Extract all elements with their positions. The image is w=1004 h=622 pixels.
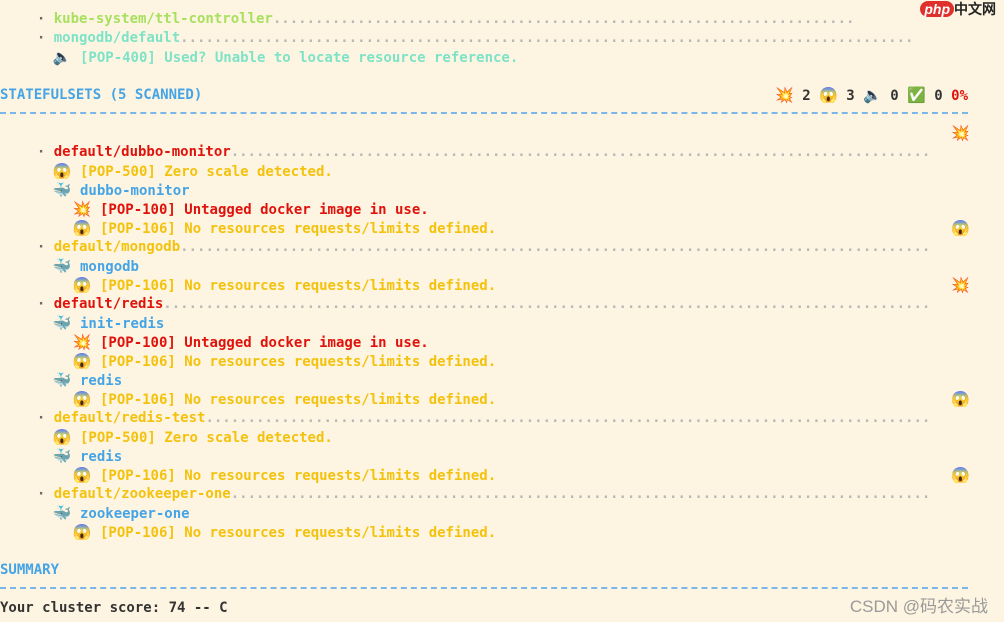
container-line: 🐳 mongodb bbox=[36, 238, 139, 275]
section-counts: 💥 2 😱 3 🔈 0 ✅ 0 0% bbox=[775, 86, 968, 106]
dot-leader: ........................................… bbox=[230, 486, 931, 502]
scream-icon: 😱 bbox=[951, 390, 970, 408]
issue-text: [POP-106] No resources requests/limits d… bbox=[99, 354, 497, 370]
container-line: 🐳 redis bbox=[36, 428, 122, 465]
issue-line: 😱 [POP-106] No resources requests/limits… bbox=[56, 371, 496, 408]
issue-text: [POP-400] Used? Unable to locate resourc… bbox=[79, 50, 519, 66]
issue-line: 🔈 [POP-400] Used? Unable to locate resou… bbox=[36, 29, 518, 66]
section-divider bbox=[0, 112, 968, 114]
ok-count: 0 bbox=[934, 88, 943, 104]
issue-line: 😱 [POP-106] No resources requests/limits… bbox=[56, 504, 496, 541]
csdn-watermark: CSDN @码农实战 bbox=[849, 597, 988, 616]
error-count: 2 bbox=[802, 88, 811, 104]
list-item: · default/mongodb.......................… bbox=[20, 219, 970, 255]
php-watermark-text: 中文网 bbox=[954, 1, 996, 17]
score-percent: 0% bbox=[951, 88, 968, 104]
issue-line: 😱 [POP-500] Zero scale detected. bbox=[36, 143, 333, 180]
cluster-score: Your cluster score: 74 -- C bbox=[0, 600, 228, 616]
check-icon: ✅ bbox=[907, 86, 926, 104]
scream-icon: 😱 bbox=[72, 523, 92, 541]
list-item: · kube-system/ttl-controller............… bbox=[20, 0, 855, 27]
scream-icon: 😱 bbox=[951, 219, 970, 237]
explosion-icon: 💥 bbox=[951, 124, 970, 142]
list-item: · default/zookeeper-one.................… bbox=[20, 466, 970, 502]
speaker-icon: 🔈 bbox=[52, 48, 72, 66]
issue-line: 😱 [POP-106] No resources requests/limits… bbox=[56, 200, 496, 237]
scream-icon: 😱 bbox=[951, 466, 970, 484]
issue-line: 😱 [POP-500] Zero scale detected. bbox=[36, 409, 333, 446]
issue-line: 😱 [POP-106] No resources requests/limits… bbox=[56, 257, 496, 294]
php-watermark: php 中文网 bbox=[920, 0, 996, 19]
summary-title: SUMMARY bbox=[0, 562, 60, 578]
explosion-icon: 💥 bbox=[951, 276, 970, 294]
speaker-icon: 🔈 bbox=[863, 86, 882, 104]
issue-line: 😱 [POP-106] No resources requests/limits… bbox=[56, 447, 496, 484]
issue-line: 💥 [POP-100] Untagged docker image in use… bbox=[56, 314, 429, 351]
list-item: · default/redis.........................… bbox=[20, 276, 970, 312]
summary-divider bbox=[0, 587, 968, 589]
container-line: 🐳 zookeeper-one bbox=[36, 485, 190, 522]
list-item: · mongodb/default.......................… bbox=[20, 10, 914, 46]
container-line: 🐳 dubbo-monitor bbox=[36, 162, 190, 199]
info-count: 0 bbox=[890, 88, 899, 104]
dot-leader: ........................................… bbox=[180, 239, 931, 255]
list-item: · default/dubbo-monitor.................… bbox=[20, 124, 970, 160]
dot-leader: ........................................… bbox=[163, 296, 931, 312]
php-logo: php bbox=[920, 1, 954, 17]
issue-line: 💥 [POP-100] Untagged docker image in use… bbox=[56, 181, 429, 218]
explosion-icon: 💥 bbox=[775, 86, 794, 104]
issue-text: [POP-106] No resources requests/limits d… bbox=[99, 525, 497, 541]
container-line: 🐳 init-redis bbox=[36, 295, 164, 332]
warning-count: 3 bbox=[846, 88, 855, 104]
issue-line: 😱 [POP-106] No resources requests/limits… bbox=[56, 333, 496, 370]
scream-icon: 😱 bbox=[819, 86, 838, 104]
container-line: 🐳 redis bbox=[36, 352, 122, 389]
section-title: STATEFULSETS (5 SCANNED) bbox=[0, 87, 203, 103]
dot-leader: ........................................… bbox=[230, 144, 931, 160]
list-item: · default/redis-test....................… bbox=[20, 390, 970, 426]
